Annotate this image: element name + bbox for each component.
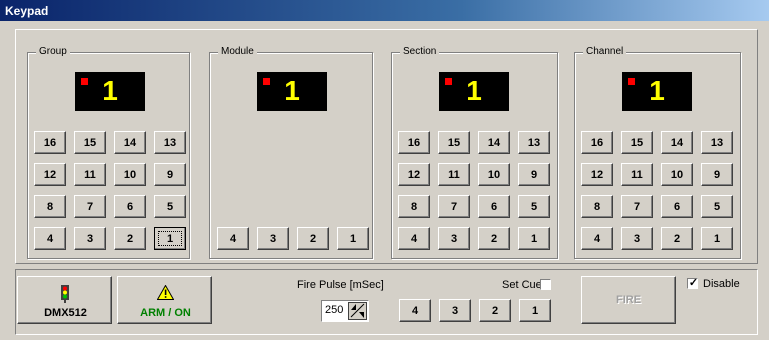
- arm-on-label: ARM / ON: [140, 307, 191, 319]
- section-key-3[interactable]: 3: [438, 227, 470, 250]
- channel-key-15[interactable]: 15: [621, 131, 653, 154]
- fire-pulse-label: Fire Pulse [mSec]: [297, 279, 384, 291]
- channel-key-9[interactable]: 9: [701, 163, 733, 186]
- channel-key-8[interactable]: 8: [581, 195, 613, 218]
- group-key-7[interactable]: 7: [74, 195, 106, 218]
- cue-key-1[interactable]: 1: [519, 299, 551, 322]
- dmx512-button[interactable]: DMX512: [17, 276, 112, 324]
- dmx512-label: DMX512: [44, 307, 87, 319]
- module-key-1[interactable]: 1: [337, 227, 369, 250]
- section-key-15[interactable]: 15: [438, 131, 470, 154]
- module-display-value: 1: [284, 75, 300, 106]
- disable-checkbox[interactable]: ✓: [687, 277, 699, 289]
- section-key-2[interactable]: 2: [478, 227, 510, 250]
- group-label: Group: [36, 46, 70, 57]
- channel-key-13[interactable]: 13: [701, 131, 733, 154]
- fire-label: FIRE: [615, 294, 642, 306]
- set-cue-checkbox[interactable]: [540, 279, 551, 290]
- section-key-8[interactable]: 8: [398, 195, 430, 218]
- group-key-11[interactable]: 11: [74, 163, 106, 186]
- group-key-12[interactable]: 12: [34, 163, 66, 186]
- spinner-arrows-icon[interactable]: [348, 302, 367, 320]
- group-key-1[interactable]: 1: [154, 227, 186, 250]
- module-key-2[interactable]: 2: [297, 227, 329, 250]
- traffic-light-icon: [61, 285, 69, 303]
- cue-key-3[interactable]: 3: [439, 299, 471, 322]
- group-box-channel: Channel 1 16 15 14 13 12 11 10 9 8 7 6 5…: [574, 46, 741, 259]
- section-display-value: 1: [466, 75, 482, 106]
- spinner-up-down-icon: [350, 303, 365, 318]
- window-title: Keypad: [5, 4, 49, 18]
- group-box-group: Group 1 16 15 14 13 12 11 10 9 8 7 6 5 4…: [27, 46, 190, 259]
- channel-key-11[interactable]: 11: [621, 163, 653, 186]
- group-key-16[interactable]: 16: [34, 131, 66, 154]
- set-cue-label: Set Cue: [502, 279, 542, 291]
- group-key-6[interactable]: 6: [114, 195, 146, 218]
- group-display: 1: [75, 72, 145, 111]
- fire-button[interactable]: FIRE: [581, 276, 676, 324]
- checkmark-icon: ✓: [688, 277, 699, 289]
- module-key-3[interactable]: 3: [257, 227, 289, 250]
- title-bar[interactable]: Keypad: [0, 0, 769, 21]
- group-display-value: 1: [102, 75, 118, 106]
- section-key-4[interactable]: 4: [398, 227, 430, 250]
- section-key-11[interactable]: 11: [438, 163, 470, 186]
- keypad-window: Keypad Group 1 16 15 14 13 12 11 10 9 8 …: [0, 0, 769, 340]
- channel-key-10[interactable]: 10: [661, 163, 693, 186]
- group-key-15[interactable]: 15: [74, 131, 106, 154]
- group-key-4[interactable]: 4: [34, 227, 66, 250]
- channel-key-2[interactable]: 2: [661, 227, 693, 250]
- group-key-3[interactable]: 3: [74, 227, 106, 250]
- channel-key-12[interactable]: 12: [581, 163, 613, 186]
- group-box-module: Module 1 4 3 2 1: [209, 46, 373, 259]
- group-box-section: Section 1 16 15 14 13 12 11 10 9 8 7 6 5…: [391, 46, 558, 259]
- channel-key-1[interactable]: 1: [701, 227, 733, 250]
- disable-label: Disable: [703, 278, 740, 290]
- channel-key-16[interactable]: 16: [581, 131, 613, 154]
- channel-key-6[interactable]: 6: [661, 195, 693, 218]
- group-key-10[interactable]: 10: [114, 163, 146, 186]
- focus-rectangle: [158, 231, 182, 246]
- section-display: 1: [439, 72, 509, 111]
- section-key-1[interactable]: 1: [518, 227, 550, 250]
- warning-icon: [157, 285, 174, 300]
- section-key-5[interactable]: 5: [518, 195, 550, 218]
- channel-key-4[interactable]: 4: [581, 227, 613, 250]
- channel-key-3[interactable]: 3: [621, 227, 653, 250]
- group-key-8[interactable]: 8: [34, 195, 66, 218]
- section-key-14[interactable]: 14: [478, 131, 510, 154]
- cue-key-4[interactable]: 4: [399, 299, 431, 322]
- arm-on-button[interactable]: ARM / ON: [117, 276, 212, 324]
- section-key-9[interactable]: 9: [518, 163, 550, 186]
- channel-display-value: 1: [649, 75, 665, 106]
- group-key-9[interactable]: 9: [154, 163, 186, 186]
- fire-pulse-spinner[interactable]: 250: [321, 300, 369, 322]
- channel-label: Channel: [583, 46, 627, 57]
- group-key-5[interactable]: 5: [154, 195, 186, 218]
- module-key-4[interactable]: 4: [217, 227, 249, 250]
- group-key-14[interactable]: 14: [114, 131, 146, 154]
- section-key-10[interactable]: 10: [478, 163, 510, 186]
- cue-key-2[interactable]: 2: [479, 299, 511, 322]
- channel-key-5[interactable]: 5: [701, 195, 733, 218]
- module-display: 1: [257, 72, 327, 111]
- section-key-13[interactable]: 13: [518, 131, 550, 154]
- group-key-13[interactable]: 13: [154, 131, 186, 154]
- section-label: Section: [400, 46, 440, 57]
- fire-pulse-value: 250: [325, 304, 344, 316]
- section-key-16[interactable]: 16: [398, 131, 430, 154]
- section-key-6[interactable]: 6: [478, 195, 510, 218]
- section-key-7[interactable]: 7: [438, 195, 470, 218]
- channel-key-14[interactable]: 14: [661, 131, 693, 154]
- module-label: Module: [218, 46, 257, 57]
- channel-key-7[interactable]: 7: [621, 195, 653, 218]
- channel-display: 1: [622, 72, 692, 111]
- section-key-12[interactable]: 12: [398, 163, 430, 186]
- group-key-2[interactable]: 2: [114, 227, 146, 250]
